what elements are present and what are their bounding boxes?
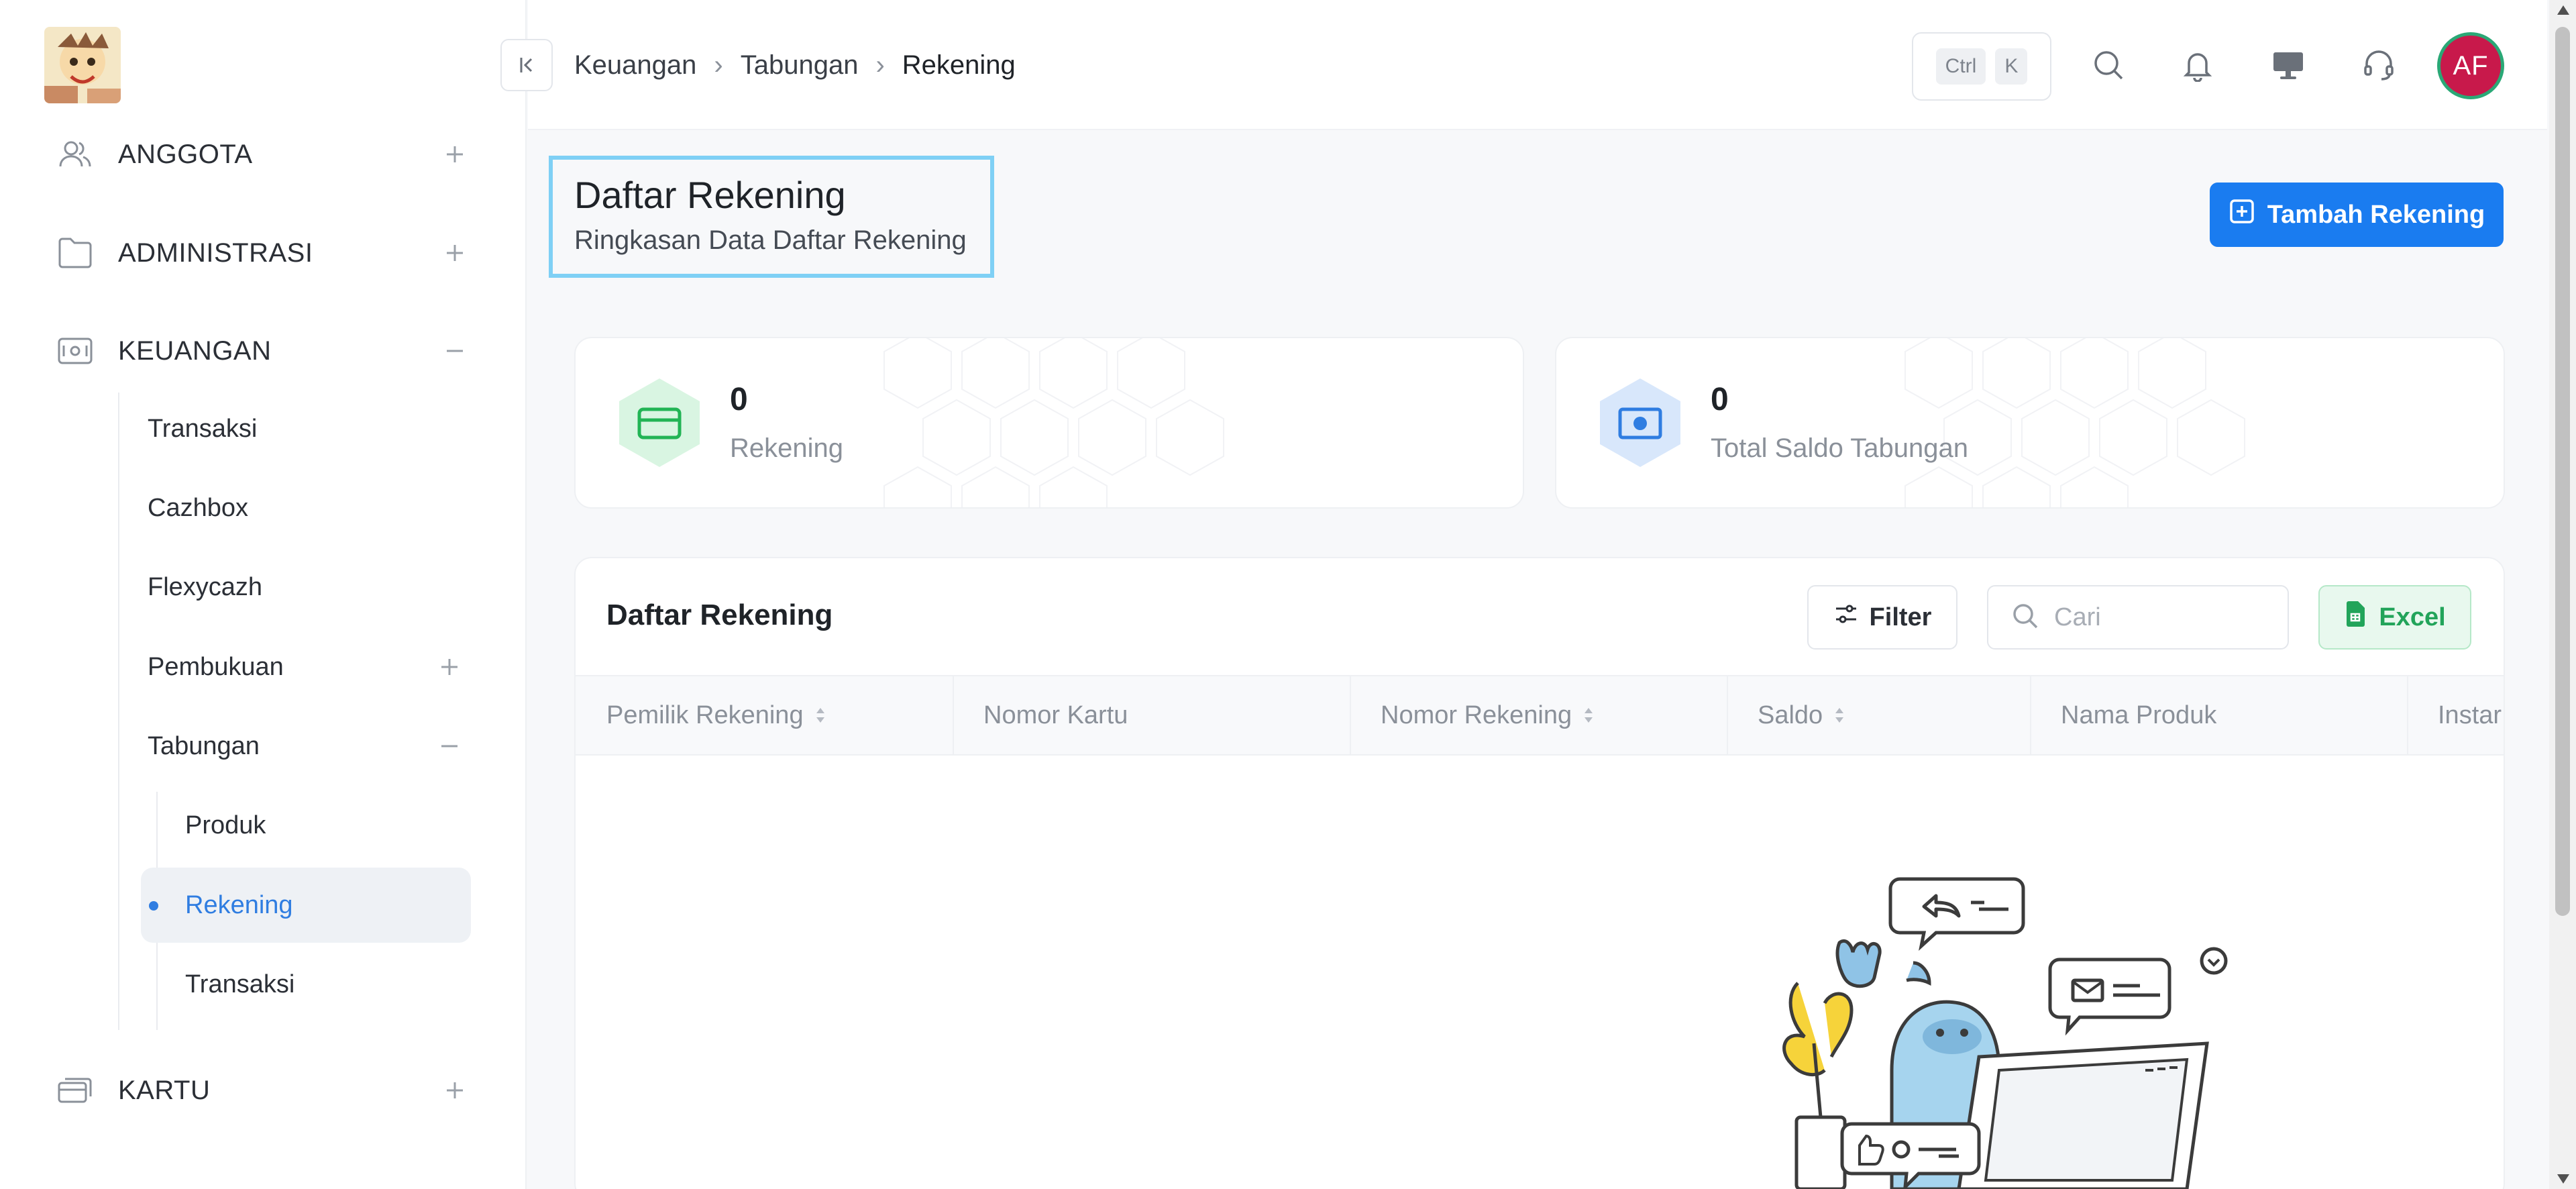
column-divider	[2030, 675, 2031, 756]
finance-icon	[56, 332, 94, 370]
add-account-button[interactable]: Tambah Rekening	[2210, 183, 2504, 247]
stat-label-rekening: Rekening	[730, 433, 844, 463]
filter-label: Filter	[1869, 603, 1932, 631]
sort-icon[interactable]	[1835, 707, 1844, 724]
page-subtitle: Ringkasan Data Daftar Rekening	[574, 225, 967, 255]
stat-value-total-saldo: 0	[1711, 382, 1729, 417]
expand-icon[interactable]	[437, 1073, 472, 1108]
chevron-right-icon: ›	[875, 50, 885, 80]
excel-label: Excel	[2379, 603, 2446, 631]
expand-icon[interactable]	[437, 137, 472, 172]
money-icon	[1600, 378, 1680, 467]
column-label: Saldo	[1758, 701, 1823, 729]
search-icon	[2011, 602, 2039, 633]
sidebar-item-label: Cazhbox	[148, 493, 248, 522]
sidebar-item-transaksi[interactable]: Transaksi	[148, 399, 470, 459]
sidebar-item-label: Flexycazh	[148, 572, 263, 601]
column-header-instansi: Instar	[2438, 675, 2502, 756]
kbd-k: K	[1995, 48, 2028, 85]
expand-icon[interactable]	[437, 236, 472, 270]
sidebar-item-tabungan-transaksi[interactable]: Transaksi	[185, 954, 467, 1015]
column-header-nomor-rekening[interactable]: Nomor Rekening	[1381, 675, 1593, 756]
chevron-right-icon: ›	[714, 50, 723, 80]
plus-square-icon	[2229, 198, 2255, 231]
command-palette-button[interactable]: Ctrl K	[1912, 32, 2051, 101]
column-label: Instar	[2438, 701, 2502, 729]
table-title: Daftar Rekening	[606, 599, 833, 631]
sort-icon[interactable]	[1584, 707, 1593, 724]
breadcrumb: Keuangan › Tabungan › Rekening	[574, 48, 1016, 82]
kbd-ctrl: Ctrl	[1935, 48, 1986, 85]
sidebar-group-label: ADMINISTRASI	[118, 238, 313, 268]
users-icon	[56, 136, 94, 173]
sidebar-item-pembukuan[interactable]: Pembukuan	[148, 637, 470, 697]
scroll-up-arrow-icon[interactable]	[2557, 5, 2569, 15]
sidebar-group-administrasi[interactable]: ADMINISTRASI	[56, 223, 472, 283]
stat-card-rekening	[574, 337, 1524, 509]
sidebar-group-kartu[interactable]: KARTU	[56, 1060, 472, 1121]
stat-label-total-saldo: Total Saldo Tabungan	[1711, 433, 1969, 463]
sidebar-item-label: Pembukuan	[148, 652, 284, 681]
add-account-label: Tambah Rekening	[2267, 200, 2485, 229]
sidebar-item-flexycazh[interactable]: Flexycazh	[148, 557, 470, 617]
sidebar-item-label: Transaksi	[185, 970, 295, 998]
sidebar-group-label: KARTU	[118, 1075, 211, 1105]
stat-value-rekening: 0	[730, 382, 748, 417]
column-header-saldo[interactable]: Saldo	[1758, 675, 1844, 756]
app-logo[interactable]	[44, 27, 121, 103]
expand-icon[interactable]	[432, 650, 467, 684]
collapse-sidebar-button[interactable]	[500, 39, 553, 91]
sidebar-item-label: Produk	[185, 811, 266, 839]
sidebar-item-cazhbox[interactable]: Cazhbox	[148, 478, 470, 538]
empty-state-illustration	[1782, 877, 2228, 1189]
sidebar-item-produk[interactable]: Produk	[185, 795, 467, 856]
column-label: Nomor Kartu	[983, 701, 1128, 729]
card-icon	[619, 378, 700, 467]
sidebar-group-anggota[interactable]: ANGGOTA	[56, 124, 472, 185]
sidebar-item-label: Tabungan	[148, 731, 260, 760]
sliders-icon	[1833, 601, 1859, 633]
breadcrumb-item-rekening: Rekening	[902, 50, 1016, 80]
cards-icon	[56, 1072, 94, 1109]
column-label: Nama Produk	[2061, 701, 2217, 729]
search-input[interactable]	[2054, 603, 2269, 632]
active-indicator	[149, 901, 158, 911]
collapse-icon[interactable]	[432, 729, 467, 764]
monitor-icon[interactable]	[2266, 43, 2310, 87]
search-icon[interactable]	[2086, 43, 2131, 87]
sidebar-item-tabungan[interactable]: Tabungan	[148, 716, 470, 776]
stat-card-total-saldo	[1555, 337, 2505, 509]
column-label: Nomor Rekening	[1381, 701, 1572, 729]
bell-icon[interactable]	[2176, 43, 2220, 87]
column-divider	[2407, 675, 2408, 756]
sidebar-item-rekening[interactable]: Rekening	[185, 875, 467, 935]
sidebar-group-label: ANGGOTA	[118, 139, 253, 169]
headset-icon[interactable]	[2357, 43, 2401, 87]
user-avatar[interactable]: AF	[2437, 32, 2504, 99]
export-excel-button[interactable]: Excel	[2318, 585, 2471, 650]
submenu-guide	[118, 393, 119, 1030]
column-label: Pemilik Rekening	[606, 701, 804, 729]
column-divider	[1727, 675, 1728, 756]
page-title: Daftar Rekening	[574, 174, 846, 216]
folder-icon	[56, 234, 94, 272]
column-divider	[953, 675, 954, 756]
filter-button[interactable]: Filter	[1807, 585, 1957, 650]
column-divider	[1350, 675, 1351, 756]
column-header-pemilik-rekening[interactable]: Pemilik Rekening	[606, 675, 825, 756]
sidebar-item-label: Rekening	[185, 890, 293, 919]
column-header-nama-produk: Nama Produk	[2061, 675, 2216, 756]
breadcrumb-item-keuangan[interactable]: Keuangan	[574, 50, 696, 81]
scroll-down-arrow-icon[interactable]	[2557, 1174, 2569, 1184]
column-header-nomor-kartu: Nomor Kartu	[983, 675, 1128, 756]
sort-icon[interactable]	[816, 707, 825, 724]
sidebar-item-label: Transaksi	[148, 414, 258, 443]
sidebar-group-label: KEUANGAN	[118, 335, 272, 366]
breadcrumb-item-tabungan[interactable]: Tabungan	[741, 50, 859, 81]
excel-file-icon	[2344, 601, 2367, 634]
sidebar-group-keuangan[interactable]: KEUANGAN	[56, 321, 472, 381]
collapse-icon[interactable]	[437, 333, 472, 368]
search-field[interactable]	[1987, 585, 2289, 650]
scrollbar-thumb[interactable]	[2555, 27, 2570, 916]
